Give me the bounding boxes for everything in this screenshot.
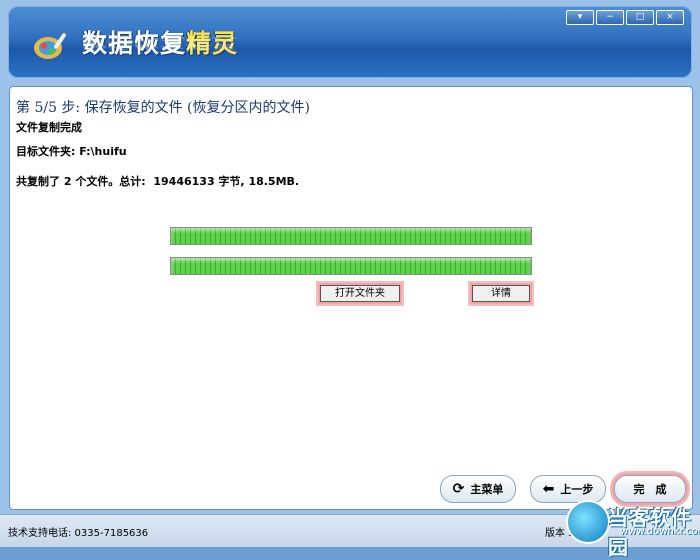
window-controls: ▾ − □ × bbox=[566, 10, 684, 25]
app-header: 数据恢复精灵 数据恢复精灵 ▾ − □ × bbox=[8, 6, 692, 78]
logo-icon bbox=[34, 33, 67, 59]
content-panel: 第 5/5 步: 保存恢复的文件 (恢复分区内的文件) 文件复制完成 目标文件夹… bbox=[9, 86, 693, 510]
open-folder-button[interactable]: 打开文件夹 bbox=[320, 285, 400, 302]
progress-bar-1 bbox=[170, 227, 532, 245]
close-button[interactable]: × bbox=[656, 10, 684, 25]
details-button[interactable]: 详情 bbox=[472, 285, 530, 302]
refresh-icon: ⟳ bbox=[452, 481, 465, 497]
minimize-button[interactable]: − bbox=[596, 10, 624, 25]
progress-fill-1 bbox=[171, 228, 531, 244]
prev-step-button[interactable]: ⬅ 上一步 bbox=[530, 475, 606, 503]
main-menu-label: 主菜单 bbox=[470, 483, 504, 496]
finish-button[interactable]: 完 成 bbox=[614, 475, 686, 503]
progress-bar-2 bbox=[170, 257, 532, 275]
target-folder-text: 目标文件夹: F:\huifu bbox=[16, 145, 127, 158]
watermark-url: www.downkr.com bbox=[620, 526, 700, 537]
prev-step-label: 上一步 bbox=[560, 483, 594, 496]
maximize-button[interactable]: □ bbox=[626, 10, 654, 25]
app-title-reflection: 数据恢复精灵 bbox=[82, 35, 239, 52]
step-title: 第 5/5 步: 保存恢复的文件 (恢复分区内的文件) bbox=[16, 100, 310, 116]
app-window: 数据恢复精灵 数据恢复精灵 ▾ − □ × 第 5/5 步: 保存恢复的文件 (… bbox=[0, 0, 700, 559]
main-menu-button[interactable]: ⟳ 主菜单 bbox=[440, 475, 516, 503]
summary-text: 共复制了 2 个文件。总计: 19446133 字节, 18.5MB. bbox=[16, 175, 300, 188]
status-text: 文件复制完成 bbox=[16, 121, 82, 134]
back-arrow-icon: ⬅ bbox=[542, 481, 555, 497]
support-phone: 技术支持电话: 0335-7185636 bbox=[8, 528, 149, 539]
watermark-logo-icon bbox=[566, 500, 610, 544]
progress-fill-2 bbox=[171, 258, 531, 274]
menu-dropdown-button[interactable]: ▾ bbox=[566, 10, 594, 25]
